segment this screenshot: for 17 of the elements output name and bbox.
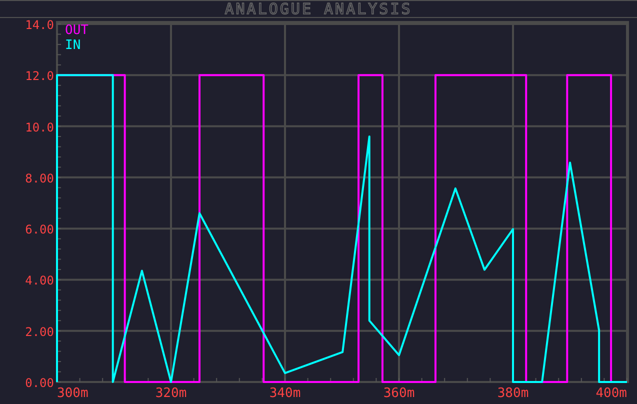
y-tick-label: 10.0 — [25, 120, 54, 134]
x-tick-label: 340m — [269, 386, 301, 401]
x-tick-label: 360m — [383, 386, 415, 401]
legend-label: OUT — [65, 23, 88, 38]
window-title: ANALOGUE ANALYSIS — [224, 2, 412, 16]
y-tick-label: 14.0 — [25, 18, 54, 32]
y-tick-label: 8.00 — [25, 171, 54, 186]
y-tick-label: 12.0 — [25, 69, 54, 84]
x-tick-label: 380m — [497, 386, 529, 401]
x-tick-label: 400m — [596, 386, 627, 401]
legend-label: IN — [65, 38, 81, 53]
y-tick-label: 6.00 — [25, 222, 54, 237]
x-tick-label: 300m — [57, 386, 88, 401]
y-tick-label: 4.00 — [25, 274, 54, 288]
y-tick-label: 2.00 — [25, 324, 54, 339]
x-tick-label: 320m — [155, 386, 187, 401]
y-tick-label: 0.00 — [25, 376, 54, 390]
